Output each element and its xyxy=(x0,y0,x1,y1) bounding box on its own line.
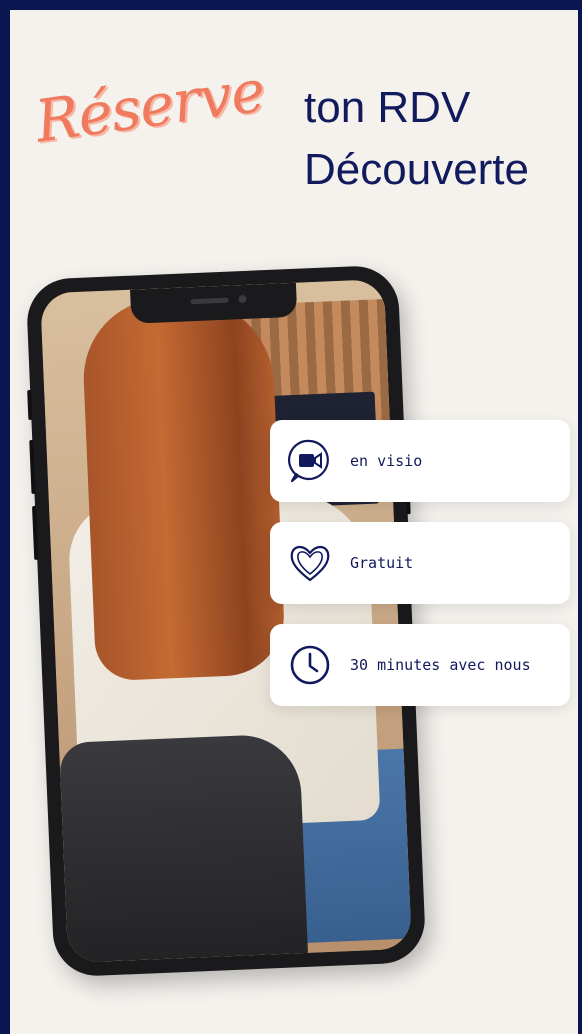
feature-label: Gratuit xyxy=(350,553,414,572)
feature-card-free: Gratuit xyxy=(270,522,570,604)
phone-mockup xyxy=(25,264,427,978)
feature-label: en visio xyxy=(350,451,423,470)
phone-screen-photo xyxy=(40,279,412,963)
feature-card-duration: 30 minutes avec nous xyxy=(270,624,570,706)
feature-card-visio: en visio xyxy=(270,420,570,502)
heart-icon xyxy=(284,537,336,589)
phone-notch xyxy=(130,282,298,324)
clock-icon xyxy=(284,639,336,691)
video-chat-icon xyxy=(284,435,336,487)
promo-card: Réserve ton RDV Découverte en visio Grat… xyxy=(10,10,578,1034)
script-heading: Réserve xyxy=(31,56,269,156)
heading-line-1: ton RDV xyxy=(304,83,471,132)
heading-line-2: Découverte xyxy=(304,145,530,194)
feature-label: 30 minutes avec nous xyxy=(350,655,531,674)
